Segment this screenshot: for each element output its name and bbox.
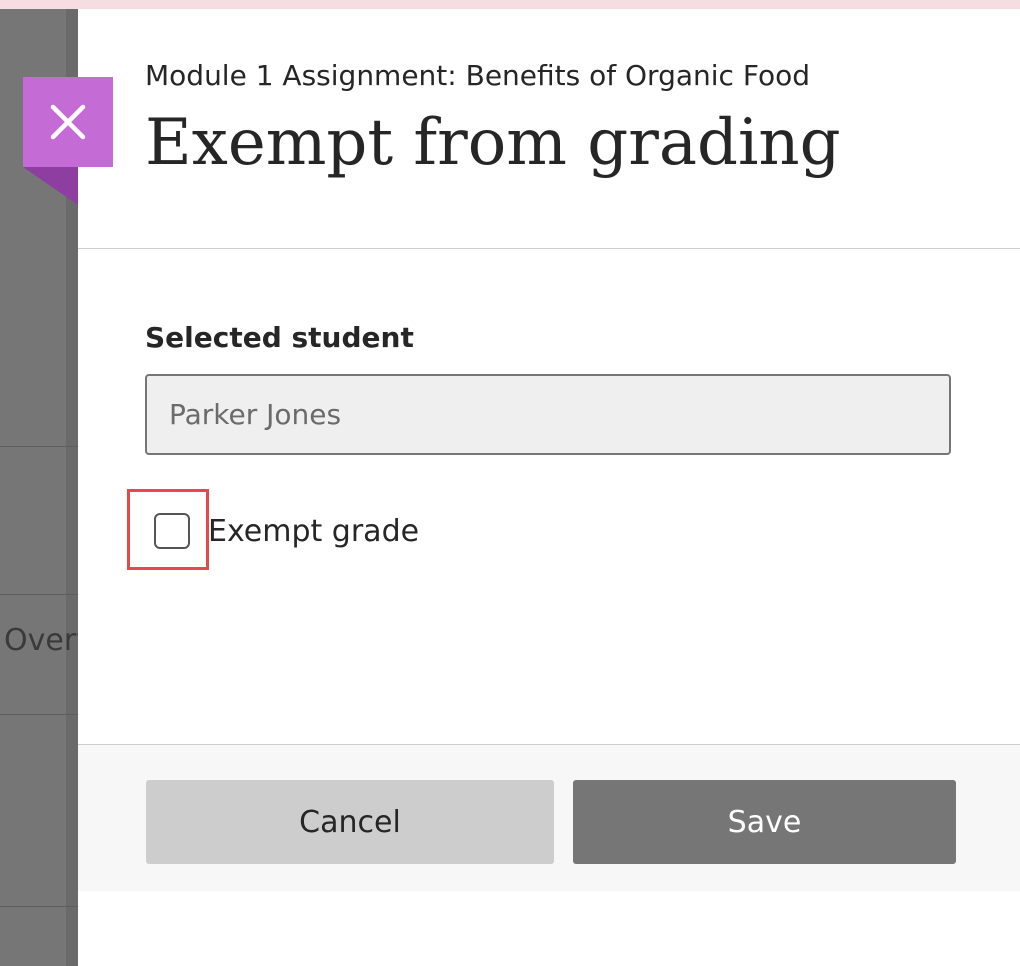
save-button[interactable]: Save [573, 780, 956, 864]
close-panel-button[interactable] [23, 77, 113, 167]
background-overview-text: Overv [4, 623, 78, 658]
panel-title: Exempt from grading [145, 106, 841, 180]
close-tab-fold [23, 167, 78, 205]
background-divider [0, 446, 78, 447]
cancel-button[interactable]: Cancel [146, 780, 554, 864]
header-divider [78, 248, 1020, 249]
selected-student-label: Selected student [145, 321, 414, 354]
panel-subtitle: Module 1 Assignment: Benefits of Organic… [145, 59, 810, 92]
background-divider [0, 594, 78, 595]
top-strip [0, 0, 1020, 9]
selected-student-field: Parker Jones [145, 374, 951, 455]
close-icon [50, 104, 86, 140]
background-divider [0, 906, 78, 907]
exempt-grade-checkbox[interactable] [154, 513, 190, 549]
exempt-grade-label[interactable]: Exempt grade [208, 514, 419, 549]
panel-footer: Cancel Save [78, 744, 1020, 891]
exempt-grading-panel: Module 1 Assignment: Benefits of Organic… [78, 9, 1020, 966]
background-divider [0, 714, 78, 715]
